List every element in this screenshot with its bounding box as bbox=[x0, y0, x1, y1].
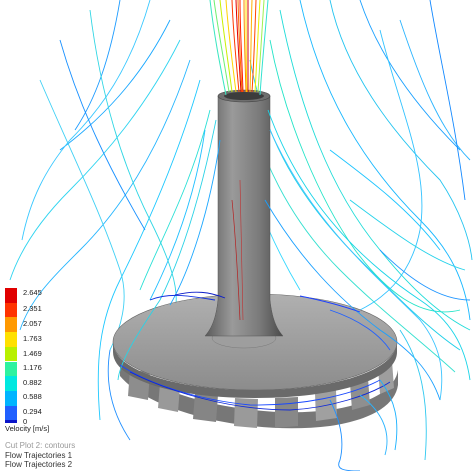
simulation-viewport[interactable]: 2.645 2.351 2.057 1.763 1.469 1.176 0.88… bbox=[0, 0, 474, 471]
velocity-color-bar: 2.645 2.351 2.057 1.763 1.469 1.176 0.88… bbox=[5, 288, 65, 438]
color-swatch bbox=[5, 420, 17, 424]
color-swatch bbox=[5, 390, 17, 406]
color-swatch bbox=[5, 317, 17, 333]
legend-item-cut-plot[interactable]: Cut Plot 2: contours bbox=[5, 441, 75, 451]
color-bar-label: 2.645 bbox=[23, 288, 42, 297]
legend-item-flow-trajectories-2[interactable]: Flow Trajectories 2 bbox=[5, 460, 75, 470]
color-swatch bbox=[5, 332, 17, 347]
color-bar-label: 0.588 bbox=[23, 392, 42, 401]
color-bar-label: 2.057 bbox=[23, 319, 42, 328]
color-bar-label: 0.882 bbox=[23, 378, 42, 387]
color-bar-label: 1.176 bbox=[23, 363, 42, 372]
flow-jet bbox=[209, 0, 269, 96]
flow-scene bbox=[9, 0, 473, 471]
color-bar-label: 0.294 bbox=[23, 407, 42, 416]
color-bar-title: Velocity [m/s] bbox=[5, 424, 50, 433]
color-swatch bbox=[5, 376, 17, 391]
color-bar-label: 1.469 bbox=[23, 349, 42, 358]
legend-item-flow-trajectories-1[interactable]: Flow Trajectories 1 bbox=[5, 451, 75, 461]
color-bar-label: 1.763 bbox=[23, 334, 42, 343]
color-swatch bbox=[5, 405, 17, 421]
color-swatch bbox=[5, 302, 17, 318]
color-swatch bbox=[5, 288, 17, 303]
color-swatch bbox=[5, 346, 17, 362]
color-swatch bbox=[5, 361, 17, 377]
feature-legend: Cut Plot 2: contours Flow Trajectories 1… bbox=[5, 441, 75, 470]
color-bar-label: 2.351 bbox=[23, 304, 42, 313]
